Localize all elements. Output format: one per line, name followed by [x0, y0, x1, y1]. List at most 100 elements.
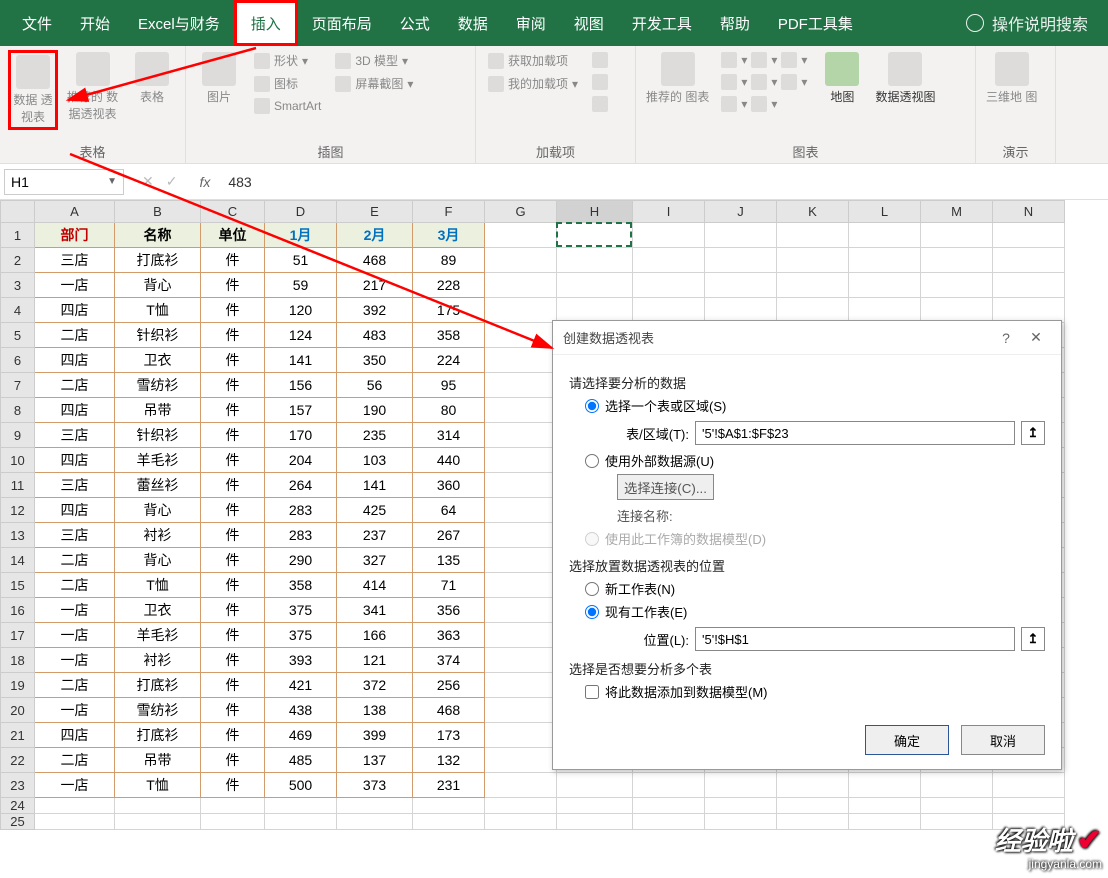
- data-cell[interactable]: 95: [413, 373, 485, 398]
- 3dmodel-button[interactable]: 3D 模型 ▾: [331, 50, 417, 71]
- data-cell[interactable]: 175: [413, 298, 485, 323]
- data-cell[interactable]: 一店: [35, 273, 115, 298]
- data-cell[interactable]: 267: [413, 523, 485, 548]
- chart-type-1[interactable]: ▾ ▾ ▾: [717, 50, 811, 70]
- data-cell[interactable]: 224: [413, 348, 485, 373]
- data-cell[interactable]: 80: [413, 398, 485, 423]
- screenshot-button[interactable]: 屏幕截图 ▾: [331, 73, 417, 94]
- data-cell[interactable]: 卫衣: [115, 348, 201, 373]
- data-cell[interactable]: 羊毛衫: [115, 623, 201, 648]
- data-cell[interactable]: 件: [201, 548, 265, 573]
- fx-button[interactable]: fx: [191, 174, 218, 190]
- data-cell[interactable]: 468: [413, 698, 485, 723]
- col-header-L[interactable]: L: [849, 201, 921, 223]
- col-header-E[interactable]: E: [337, 201, 413, 223]
- data-cell[interactable]: 170: [265, 423, 337, 448]
- data-cell[interactable]: 374: [413, 648, 485, 673]
- row-header-18[interactable]: 18: [1, 648, 35, 673]
- col-header-F[interactable]: F: [413, 201, 485, 223]
- row-header-11[interactable]: 11: [1, 473, 35, 498]
- chart-type-2[interactable]: ▾ ▾ ▾: [717, 72, 811, 92]
- data-cell[interactable]: 228: [413, 273, 485, 298]
- header-cell[interactable]: 部门: [35, 223, 115, 248]
- data-cell[interactable]: 雪纺衫: [115, 698, 201, 723]
- row-header-5[interactable]: 5: [1, 323, 35, 348]
- header-cell[interactable]: 单位: [201, 223, 265, 248]
- row-header-15[interactable]: 15: [1, 573, 35, 598]
- row-header-22[interactable]: 22: [1, 748, 35, 773]
- get-addins-button[interactable]: 获取加载项: [484, 50, 582, 71]
- data-cell[interactable]: 121: [337, 648, 413, 673]
- tab-Excel与财务[interactable]: Excel与财务: [124, 0, 234, 46]
- data-cell[interactable]: 二店: [35, 748, 115, 773]
- data-cell[interactable]: 吊带: [115, 748, 201, 773]
- radio-existing-sheet[interactable]: [585, 605, 599, 619]
- location-input[interactable]: [695, 627, 1015, 651]
- data-cell[interactable]: 衬衫: [115, 523, 201, 548]
- data-cell[interactable]: 375: [265, 598, 337, 623]
- col-header-J[interactable]: J: [705, 201, 777, 223]
- data-cell[interactable]: 三店: [35, 523, 115, 548]
- data-cell[interactable]: 360: [413, 473, 485, 498]
- data-cell[interactable]: 375: [265, 623, 337, 648]
- data-cell[interactable]: 56: [337, 373, 413, 398]
- chart-type-3[interactable]: ▾ ▾: [717, 94, 811, 114]
- icons-button[interactable]: 图标: [250, 73, 325, 94]
- col-header-G[interactable]: G: [485, 201, 557, 223]
- row-header-16[interactable]: 16: [1, 598, 35, 623]
- data-cell[interactable]: 89: [413, 248, 485, 273]
- data-cell[interactable]: T恤: [115, 573, 201, 598]
- col-header-A[interactable]: A: [35, 201, 115, 223]
- data-cell[interactable]: 件: [201, 298, 265, 323]
- tab-审阅[interactable]: 审阅: [502, 0, 560, 46]
- data-cell[interactable]: 二店: [35, 548, 115, 573]
- data-cell[interactable]: 件: [201, 523, 265, 548]
- data-cell[interactable]: 156: [265, 373, 337, 398]
- data-cell[interactable]: 件: [201, 748, 265, 773]
- data-cell[interactable]: 一店: [35, 648, 115, 673]
- col-header-I[interactable]: I: [633, 201, 705, 223]
- data-cell[interactable]: 件: [201, 623, 265, 648]
- data-cell[interactable]: 314: [413, 423, 485, 448]
- data-cell[interactable]: 雪纺衫: [115, 373, 201, 398]
- data-cell[interactable]: 135: [413, 548, 485, 573]
- data-cell[interactable]: 141: [265, 348, 337, 373]
- row-header-8[interactable]: 8: [1, 398, 35, 423]
- data-cell[interactable]: 打底衫: [115, 248, 201, 273]
- checkbox-add-to-model[interactable]: [585, 685, 599, 699]
- data-cell[interactable]: 283: [265, 498, 337, 523]
- data-cell[interactable]: 290: [265, 548, 337, 573]
- header-cell[interactable]: 1月: [265, 223, 337, 248]
- row-header-14[interactable]: 14: [1, 548, 35, 573]
- range-collapse-icon[interactable]: ↥: [1021, 421, 1045, 445]
- row-header-9[interactable]: 9: [1, 423, 35, 448]
- 3dmap-button[interactable]: 三维地 图: [984, 50, 1039, 107]
- pivot-chart-button[interactable]: 数据透视图: [873, 50, 937, 107]
- recommended-pivot-button[interactable]: 推荐的 数据透视表: [64, 50, 121, 124]
- header-cell[interactable]: 名称: [115, 223, 201, 248]
- data-cell[interactable]: 四店: [35, 348, 115, 373]
- tab-插入[interactable]: 插入: [234, 0, 298, 46]
- smartart-button[interactable]: SmartArt: [250, 96, 325, 116]
- data-cell[interactable]: 四店: [35, 448, 115, 473]
- data-cell[interactable]: 蕾丝衫: [115, 473, 201, 498]
- tab-页面布局[interactable]: 页面布局: [298, 0, 386, 46]
- name-box[interactable]: H1▼: [4, 169, 124, 195]
- ok-button[interactable]: 确定: [865, 725, 949, 755]
- data-cell[interactable]: 137: [337, 748, 413, 773]
- range-input[interactable]: [695, 421, 1015, 445]
- data-cell[interactable]: 264: [265, 473, 337, 498]
- addin-slot-3[interactable]: [588, 94, 612, 114]
- data-cell[interactable]: 针织衫: [115, 323, 201, 348]
- data-cell[interactable]: 71: [413, 573, 485, 598]
- tab-视图[interactable]: 视图: [560, 0, 618, 46]
- data-cell[interactable]: 打底衫: [115, 723, 201, 748]
- data-cell[interactable]: 件: [201, 373, 265, 398]
- data-cell[interactable]: 件: [201, 398, 265, 423]
- data-cell[interactable]: 一店: [35, 773, 115, 798]
- data-cell[interactable]: 157: [265, 398, 337, 423]
- data-cell[interactable]: 件: [201, 598, 265, 623]
- data-cell[interactable]: 327: [337, 548, 413, 573]
- data-cell[interactable]: 500: [265, 773, 337, 798]
- addin-slot-1[interactable]: [588, 50, 612, 70]
